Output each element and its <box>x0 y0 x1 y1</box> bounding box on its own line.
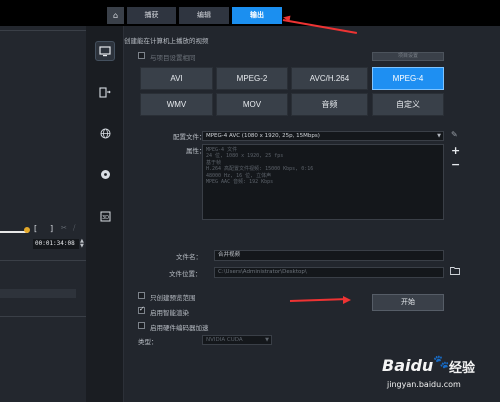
globe-icon[interactable] <box>95 123 115 143</box>
hw-accel-label: 启用硬件编码器加速 <box>150 324 209 332</box>
location-label: 文件位置： <box>169 270 202 278</box>
location-input[interactable]: C:\Users\Administrator\Desktop\ <box>214 267 444 278</box>
disc-icon[interactable] <box>95 164 115 184</box>
chevron-down-icon: ▼ <box>437 133 441 139</box>
chevron-down-icon: ▼ <box>265 337 269 343</box>
folder-icon[interactable] <box>450 266 460 275</box>
watermark-brand: Baidu <box>382 356 434 375</box>
config-file-label: 配置文件： <box>173 133 206 141</box>
type-value: NVIDIA CUDA <box>206 337 243 343</box>
type-label: 类型： <box>138 338 158 346</box>
type-dropdown[interactable]: NVIDIA CUDA ▼ <box>202 335 272 345</box>
left-panel: [ ] ✂ ⧸ 00:01:34:08 ▲ ▼ <box>0 26 86 402</box>
mark-out-icon[interactable]: ] <box>50 224 53 233</box>
format-custom-button[interactable]: 自定义 <box>372 93 444 116</box>
output-settings-panel: 创建能在计算机上播放的视频 与项目设置相同 项目设置 AVI MPEG-2 AV… <box>124 26 500 402</box>
watermark-cn: 经验 <box>449 361 476 376</box>
playhead-handle[interactable] <box>24 227 30 233</box>
filename-label: 文件名： <box>176 253 202 261</box>
top-bar: ⌂ 捕获 编辑 输出 <box>0 0 500 26</box>
property-line: MPEG AAC 音频: 192 Kbps <box>206 179 274 186</box>
config-file-dropdown[interactable]: MPEG-4 AVC (1080 x 1920, 25p, 15Mbps) ▼ <box>202 131 444 141</box>
add-icon[interactable]: + <box>451 144 460 157</box>
format-wmv-button[interactable]: WMV <box>140 93 213 116</box>
format-avc-button[interactable]: AVC/H.264 <box>291 67 368 90</box>
track-header <box>0 289 76 298</box>
device-icon[interactable] <box>95 82 115 102</box>
tab-capture[interactable]: 捕获 <box>127 7 176 24</box>
config-file-value: MPEG-4 AVC (1080 x 1920, 25p, 15Mbps) <box>206 133 320 139</box>
format-mpeg4-button[interactable]: MPEG-4 <box>372 67 444 90</box>
split-icon[interactable]: ⧸ <box>73 224 75 233</box>
preview-range-checkbox[interactable] <box>138 292 145 299</box>
arrow-head-icon <box>343 296 351 304</box>
3d-icon[interactable]: 3D <box>95 206 115 226</box>
timecode-display[interactable]: 00:01:34:08 <box>33 239 79 249</box>
match-project-checkbox[interactable] <box>138 52 145 59</box>
format-audio-button[interactable]: 音频 <box>291 93 368 116</box>
format-mpeg2-button[interactable]: MPEG-2 <box>216 67 288 90</box>
mark-in-icon[interactable]: [ <box>34 224 37 233</box>
divider <box>0 260 86 261</box>
smart-render-label: 启用智能渲染 <box>150 309 189 317</box>
smart-render-checkbox[interactable] <box>138 305 145 314</box>
divider <box>0 316 86 317</box>
section-heading: 创建能在计算机上播放的视频 <box>124 37 209 45</box>
divider <box>0 30 86 31</box>
properties-box: MPEG-4 文件 24 位, 1080 x 1920, 25 fps 基于帧 … <box>202 144 444 220</box>
filename-input[interactable]: 合并视频 <box>214 250 444 261</box>
project-settings-button[interactable]: 项目设置 <box>372 52 444 61</box>
watermark-paw-icon: 🐾 <box>433 355 450 370</box>
edit-pencil-icon[interactable]: ✎ <box>451 130 458 139</box>
format-avi-button[interactable]: AVI <box>140 67 213 90</box>
tab-edit[interactable]: 编辑 <box>179 7 229 24</box>
tab-output[interactable]: 输出 <box>232 7 282 24</box>
match-project-label: 与项目设置相同 <box>150 54 196 62</box>
timecode-stepper[interactable]: ▲ ▼ <box>80 239 84 249</box>
arrow-head-icon <box>282 14 291 22</box>
home-icon: ⌂ <box>112 11 119 20</box>
remove-icon[interactable]: − <box>451 158 460 171</box>
preview-range-label: 只创建预览范围 <box>150 294 196 302</box>
cut-icon[interactable]: ✂ <box>61 224 67 232</box>
watermark-url: jingyan.baidu.com <box>387 380 461 389</box>
format-mov-button[interactable]: MOV <box>216 93 288 116</box>
tab-home[interactable]: ⌂ <box>107 7 124 24</box>
start-button[interactable]: 开始 <box>372 294 444 311</box>
computer-icon[interactable] <box>95 41 115 61</box>
hw-accel-checkbox[interactable] <box>138 322 145 329</box>
svg-text:3D: 3D <box>102 215 109 221</box>
output-category-bar: 3D <box>86 26 124 402</box>
